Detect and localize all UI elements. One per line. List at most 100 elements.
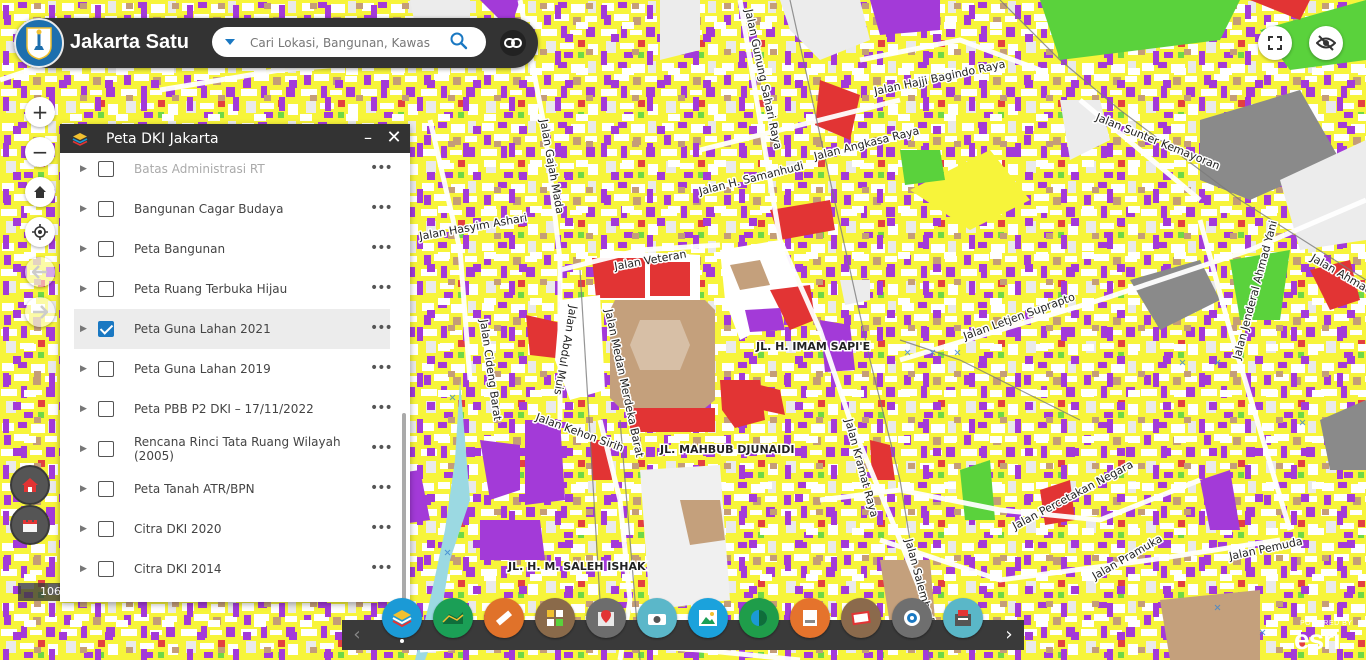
layer-checkbox[interactable] [98, 281, 114, 297]
measure-icon [495, 610, 513, 626]
layer-list-scrollbar[interactable] [402, 413, 406, 602]
fullscreen-button[interactable] [1258, 26, 1292, 60]
search-button[interactable] [450, 32, 472, 52]
house-icon [22, 478, 38, 492]
more-options-icon[interactable]: ••• [370, 321, 393, 335]
layer-item[interactable]: ▶ Peta Bangunan ••• [74, 229, 393, 269]
tool-map-pin-button[interactable] [586, 598, 626, 638]
tool-report-button[interactable] [943, 598, 983, 638]
expand-chevron-icon[interactable]: ▶ [80, 563, 88, 575]
layer-item[interactable]: ▶ Rencana Rinci Tata Ruang Wilayah (2005… [74, 429, 393, 469]
layer-item[interactable]: ▶ Citra DKI 2020 ••• [74, 509, 393, 549]
layer-item[interactable]: ▶ Peta Ruang Terbuka Hijau ••• [74, 269, 393, 309]
esri-attribution-logo[interactable]: POWERED BY esri [1294, 618, 1358, 658]
expand-chevron-icon[interactable]: ▶ [80, 443, 88, 455]
layer-item[interactable]: ▶ Peta Guna Lahan 2019 ••• [74, 349, 393, 389]
expand-chevron-icon[interactable]: ▶ [80, 203, 88, 215]
esri-brand-text: esri [1294, 624, 1341, 655]
next-extent-button[interactable] [25, 297, 55, 327]
layer-checkbox[interactable] [98, 361, 114, 377]
more-options-icon[interactable]: ••• [370, 521, 393, 535]
layer-checkbox[interactable] [98, 521, 114, 537]
tool-grid-button[interactable] [535, 598, 575, 638]
layer-list-container[interactable]: ▶ Batas Administrasi RT ••• ▶ Bangunan C… [60, 153, 410, 602]
tool-camera-button[interactable] [637, 598, 677, 638]
toggle-visibility-button[interactable] [1309, 26, 1343, 60]
more-options-icon[interactable]: ••• [370, 401, 393, 415]
tool-swipe-button[interactable] [739, 598, 779, 638]
toolbar-prev-button[interactable]: ‹ [342, 620, 372, 650]
expand-chevron-icon[interactable]: ▶ [80, 283, 88, 295]
grid-icon [547, 610, 563, 626]
layer-item[interactable]: ▶ Peta Tanah ATR/BPN ••• [74, 469, 393, 509]
layer-checkbox-checked[interactable] [98, 321, 114, 337]
map-pin-icon [598, 610, 614, 626]
layer-checkbox[interactable] [98, 441, 114, 457]
tool-gallery-button[interactable] [841, 598, 881, 638]
minimize-button[interactable]: – [360, 126, 376, 150]
layer-checkbox[interactable] [98, 201, 114, 217]
more-options-icon[interactable]: ••• [370, 281, 393, 295]
close-button[interactable]: ✕ [384, 126, 404, 150]
layer-name: Batas Administrasi RT [134, 162, 265, 176]
previous-extent-button[interactable] [25, 257, 55, 287]
more-options-icon[interactable]: ••• [370, 561, 393, 575]
more-options-icon[interactable]: ••• [370, 241, 393, 255]
expand-chevron-icon[interactable]: ▶ [80, 403, 88, 415]
layer-name: Citra DKI 2020 [134, 522, 222, 536]
calendar-icon [23, 518, 37, 532]
tool-print-button[interactable] [790, 598, 830, 638]
more-options-icon[interactable]: ••• [370, 481, 393, 495]
layer-name: Peta PBB P2 DKI – 17/11/2022 [134, 402, 314, 416]
print-icon [803, 610, 817, 626]
layers-icon [392, 610, 412, 628]
layer-checkbox[interactable] [98, 241, 114, 257]
street-label: JL. MAHBUB DJUNAIDI [659, 443, 795, 456]
expand-chevron-icon[interactable]: ▶ [80, 523, 88, 535]
share-link-button[interactable] [500, 30, 526, 56]
tool-compass-button[interactable] [892, 598, 932, 638]
search-input[interactable] [248, 32, 432, 54]
zoom-out-button[interactable]: − [25, 137, 55, 167]
layer-item[interactable]: ▶ Bangunan Cagar Budaya ••• [74, 189, 393, 229]
search-source-dropdown[interactable] [220, 32, 240, 52]
zoom-in-button[interactable]: + [25, 97, 55, 127]
expand-chevron-icon[interactable]: ▶ [80, 323, 88, 335]
calendar-button[interactable] [10, 505, 50, 545]
my-location-button[interactable] [25, 217, 55, 247]
layer-name: Bangunan Cagar Budaya [134, 202, 284, 216]
app-logo[interactable] [14, 18, 64, 68]
tool-layers-button[interactable] [382, 598, 422, 638]
layer-name: Rencana Rinci Tata Ruang Wilayah (2005) [134, 435, 341, 463]
layer-checkbox[interactable] [98, 161, 114, 177]
street-label: JL. H. M. SALEH ISHAK [507, 560, 646, 573]
tool-picture-button[interactable] [688, 598, 728, 638]
locate-icon [32, 224, 48, 240]
tool-measure-button[interactable] [484, 598, 524, 638]
basemap-home-button[interactable] [10, 465, 50, 505]
layer-checkbox[interactable] [98, 401, 114, 417]
more-options-icon[interactable]: ••• [370, 441, 393, 455]
layer-panel-header: Peta DKI Jakarta – ✕ [60, 124, 410, 153]
layer-item[interactable]: ▶ Batas Administrasi RT ••• [74, 153, 393, 189]
layer-item[interactable]: ▶ Citra DKI 2014 ••• [74, 549, 393, 589]
tool-basemap-button[interactable] [433, 598, 473, 638]
more-options-icon[interactable]: ••• [370, 201, 393, 215]
layer-name: Peta Tanah ATR/BPN [134, 482, 255, 496]
expand-chevron-icon[interactable]: ▶ [80, 363, 88, 375]
expand-chevron-icon[interactable]: ▶ [80, 243, 88, 255]
expand-chevron-icon[interactable]: ▶ [80, 483, 88, 495]
camera-icon [648, 614, 666, 625]
layer-item[interactable]: ▶ Peta PBB P2 DKI – 17/11/2022 ••• [74, 389, 393, 429]
toolbar-next-button[interactable]: › [994, 620, 1024, 650]
layer-checkbox[interactable] [98, 481, 114, 497]
expand-chevron-icon[interactable]: ▶ [80, 163, 88, 175]
layer-checkbox[interactable] [98, 561, 114, 577]
more-options-icon[interactable]: ••• [370, 361, 393, 375]
arrow-left-icon [32, 265, 47, 279]
home-button[interactable] [25, 177, 55, 207]
scale-indicator: 106 [18, 583, 61, 601]
report-icon [955, 610, 971, 626]
layer-item-selected[interactable]: ▶ Peta Guna Lahan 2021 ••• [74, 309, 393, 349]
more-options-icon[interactable]: ••• [370, 161, 393, 175]
